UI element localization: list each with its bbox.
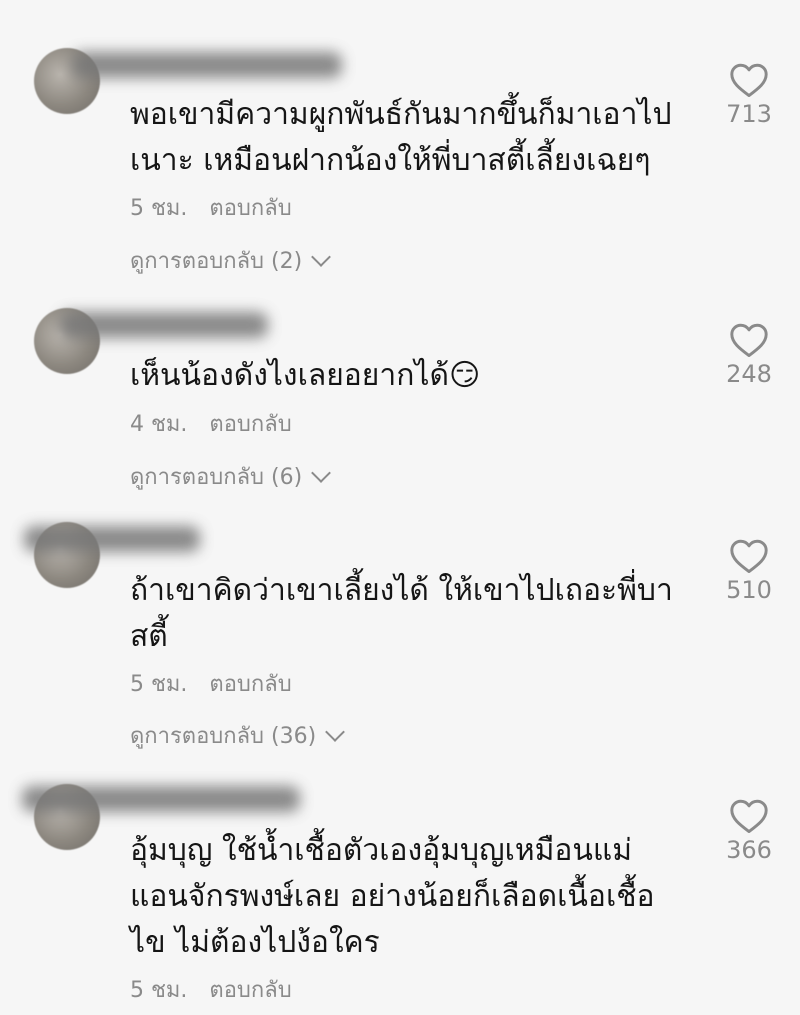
comment-text: เห็นน้องดังไงเลยอยากได้😏 — [130, 358, 481, 393]
heart-outline-icon — [730, 63, 768, 98]
username-redacted — [60, 312, 268, 338]
like-count: 248 — [726, 360, 772, 388]
comment-time: 5 ชม. — [130, 196, 188, 221]
like-button[interactable]: 366 — [718, 798, 780, 864]
view-replies-label: ดูการตอบกลับ (2) — [130, 249, 303, 274]
reply-button[interactable]: ตอบกลับ — [209, 978, 291, 1003]
comment-meta: 4 ชม. ตอบกลับ — [130, 406, 292, 441]
comment-meta: 5 ชม. ตอบกลับ — [130, 666, 292, 701]
comment-text: ถ้าเขาคิดว่าเขาเลี้ยงได้ ให้เขาไปเถอะพี่… — [130, 573, 673, 654]
username-redacted — [24, 526, 200, 552]
comment-time: 5 ชม. — [130, 672, 188, 697]
reply-button[interactable]: ตอบกลับ — [209, 672, 291, 697]
comment-text: พอเขามีความผูกพันธ์กันมากขึ้นก็มาเอาไป เ… — [130, 97, 672, 178]
comment-time: 4 ชม. — [130, 412, 188, 437]
comment-time: 5 ชม. — [130, 978, 188, 1003]
like-count: 366 — [726, 836, 772, 864]
like-count: 713 — [726, 100, 772, 128]
heart-outline-icon — [730, 323, 768, 358]
comment-meta: 5 ชม. ตอบกลับ — [130, 972, 292, 1007]
chevron-down-icon — [325, 721, 346, 742]
heart-outline-icon — [730, 539, 768, 574]
like-count: 510 — [726, 576, 772, 604]
view-replies-label: ดูการตอบกลับ (6) — [130, 465, 303, 490]
username-redacted — [22, 786, 300, 812]
view-replies-button[interactable]: ดูการตอบกลับ (36) — [130, 718, 346, 753]
comment-text: อุ้มบุญ ใช้น้ำเชื้อตัวเองอุ้มบุญเหมือนแม… — [130, 833, 655, 960]
reply-button[interactable]: ตอบกลับ — [209, 196, 291, 221]
heart-outline-icon — [730, 799, 768, 834]
view-replies-button[interactable]: ดูการตอบกลับ (2) — [130, 243, 332, 278]
reply-button[interactable]: ตอบกลับ — [209, 412, 291, 437]
username-redacted — [72, 52, 342, 78]
chevron-down-icon — [311, 246, 332, 267]
view-replies-label: ดูการตอบกลับ (36) — [130, 724, 317, 749]
comment-meta: 5 ชม. ตอบกลับ — [130, 190, 292, 225]
like-button[interactable]: 713 — [718, 62, 780, 128]
like-button[interactable]: 248 — [718, 322, 780, 388]
view-replies-button[interactable]: ดูการตอบกลับ (6) — [130, 459, 332, 494]
chevron-down-icon — [311, 462, 332, 483]
like-button[interactable]: 510 — [718, 538, 780, 604]
